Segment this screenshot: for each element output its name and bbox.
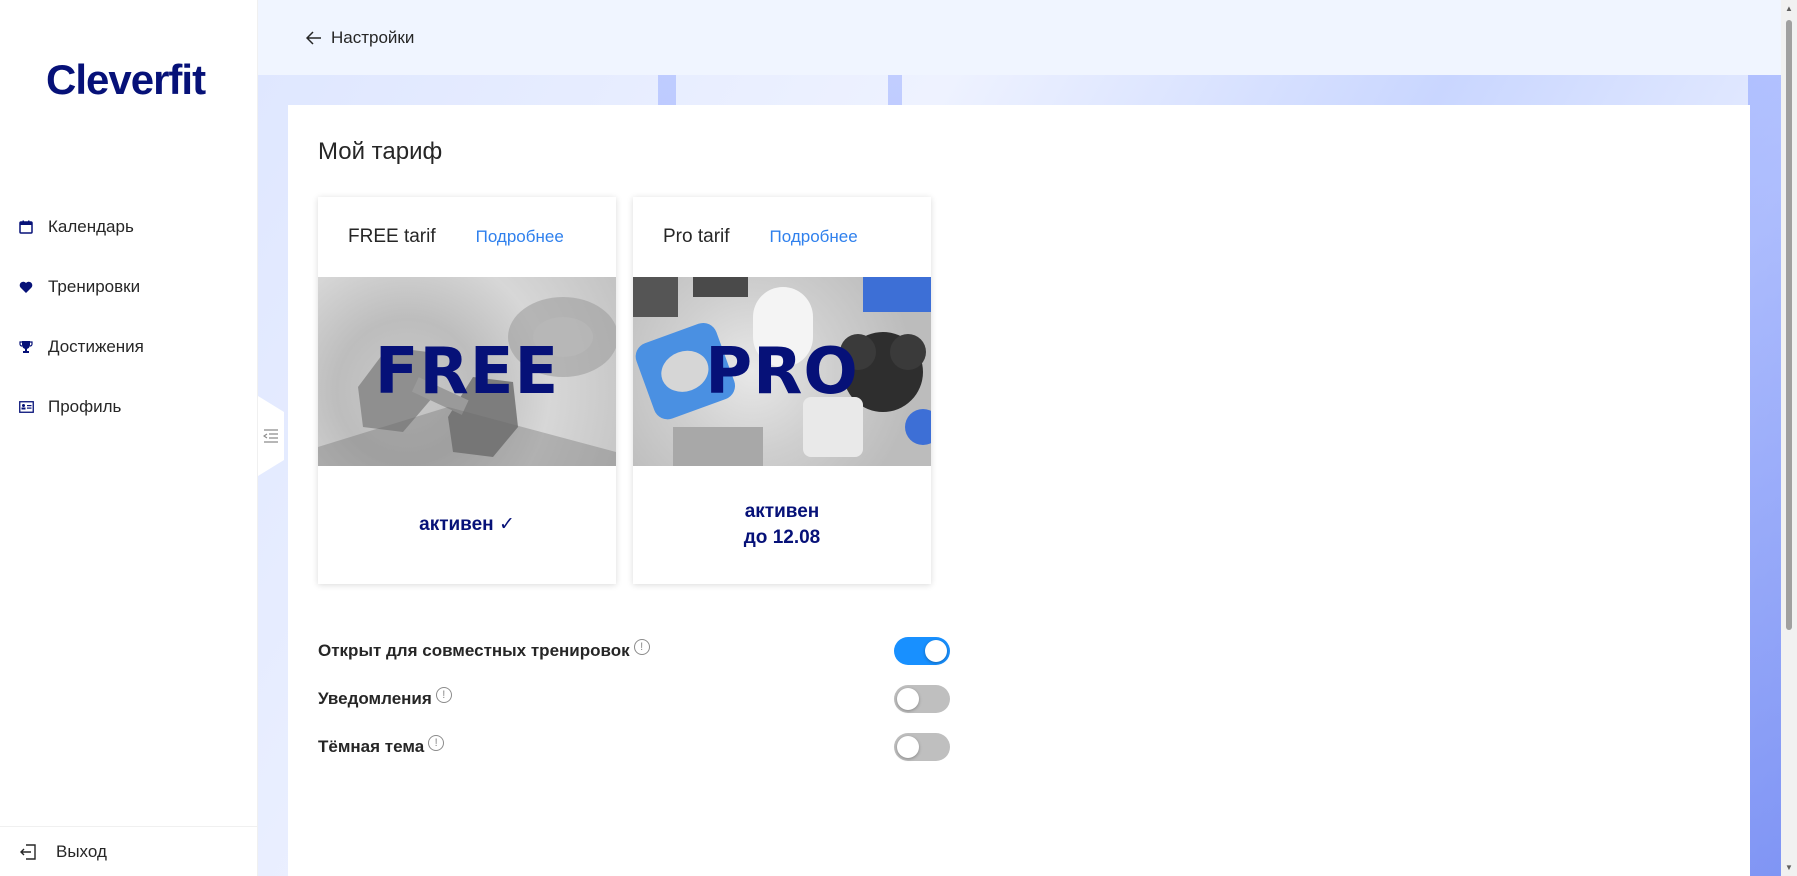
logout-label: Выход: [56, 841, 107, 861]
info-icon[interactable]: !: [428, 735, 445, 751]
logout-button[interactable]: Выход: [0, 826, 258, 876]
page-title: Мой тариф: [318, 138, 443, 165]
tariff-card-free: FREE tarif Подробнее FREE активен ✓: [318, 197, 616, 584]
id-card-icon: [18, 399, 34, 415]
setting-label: Тёмная тема: [318, 737, 425, 756]
sidebar-item-profile[interactable]: Профиль: [0, 377, 258, 437]
sidebar-item-label: Тренировки: [48, 277, 141, 296]
tariff-name: FREE tarif: [348, 226, 436, 247]
trophy-icon: [18, 339, 34, 355]
tariff-more-link[interactable]: Подробнее: [770, 227, 858, 247]
calendar-icon: [18, 219, 34, 235]
back-button[interactable]: Настройки: [306, 28, 414, 48]
settings-list: Открыт для совместных тренировок ! Уведо…: [318, 627, 958, 771]
sidebar-item-label: Достижения: [48, 337, 144, 356]
tariff-card-header: Pro tarif Подробнее: [633, 197, 931, 277]
tariff-badge: FREE: [374, 334, 560, 409]
sidebar-item-workouts[interactable]: Тренировки: [0, 257, 258, 317]
sidebar-nav: Календарь Тренировки Достижения Профиль: [0, 197, 258, 437]
heart-icon: [18, 279, 34, 295]
sidebar-item-label: Профиль: [48, 397, 122, 416]
joint-trainings-toggle[interactable]: [894, 637, 950, 665]
back-label: Настройки: [331, 27, 415, 47]
page-header: Настройки: [258, 0, 1781, 75]
tariff-status-text: активен ✓: [419, 514, 515, 535]
tariff-name: Pro tarif: [663, 226, 730, 247]
tariff-image: PRO: [633, 277, 931, 466]
arrow-left-icon: [306, 30, 321, 45]
info-icon[interactable]: !: [633, 639, 650, 655]
scrollbar[interactable]: ▲ ▼: [1781, 0, 1797, 876]
tariff-card-header: FREE tarif Подробнее: [318, 197, 616, 277]
scroll-up-icon[interactable]: ▲: [1785, 4, 1793, 13]
logout-icon: [20, 843, 38, 861]
tariff-status: активен ✓: [318, 466, 616, 584]
menu-fold-icon: [263, 429, 278, 443]
tariff-card-pro: Pro tarif Подробнее PRO активен до 12.08: [633, 197, 931, 584]
setting-label: Открыт для совместных тренировок: [318, 641, 630, 660]
toggle-knob: [925, 640, 947, 662]
sidebar-item-achievements[interactable]: Достижения: [0, 317, 258, 377]
tariff-image: FREE: [318, 277, 616, 466]
tariff-status-text: активен: [744, 501, 820, 522]
setting-label: Уведомления: [318, 689, 432, 708]
tariff-status: активен до 12.08: [633, 466, 931, 584]
setting-dark-theme: Тёмная тема !: [318, 723, 958, 771]
info-icon[interactable]: !: [435, 687, 452, 703]
sidebar: Cleverfit Календарь Тренировки Достижени…: [0, 0, 258, 876]
toggle-knob: [897, 736, 919, 758]
sidebar-item-calendar[interactable]: Календарь: [0, 197, 258, 257]
dark-theme-toggle[interactable]: [894, 733, 950, 761]
tariff-more-link[interactable]: Подробнее: [476, 227, 564, 247]
scroll-down-icon[interactable]: ▼: [1785, 863, 1793, 872]
setting-joint-trainings: Открыт для совместных тренировок !: [318, 627, 958, 675]
toggle-knob: [897, 688, 919, 710]
sidebar-item-label: Календарь: [48, 217, 134, 236]
notifications-toggle[interactable]: [894, 685, 950, 713]
main-card: Мой тариф FREE tarif Подробнее FREE акти…: [288, 105, 1750, 876]
tariff-badge: PRO: [705, 334, 859, 409]
scrollbar-thumb[interactable]: [1786, 20, 1792, 630]
logo[interactable]: Cleverfit: [46, 56, 206, 104]
tariff-status-date: до 12.08: [743, 527, 821, 548]
setting-notifications: Уведомления !: [318, 675, 958, 723]
